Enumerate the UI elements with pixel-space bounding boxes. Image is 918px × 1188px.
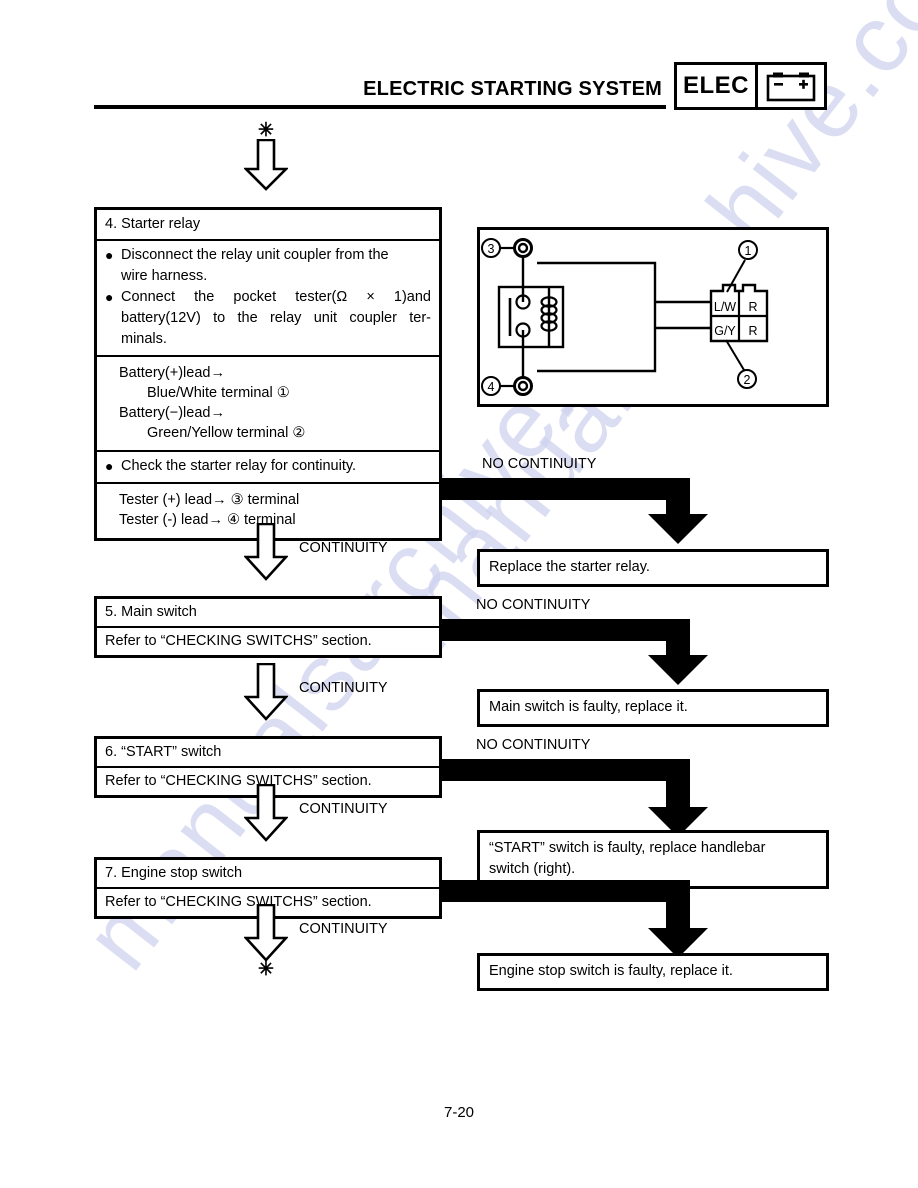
branch-label-no-continuity: NO CONTINUITY	[482, 456, 597, 472]
flow-end-asterisk: ✳	[258, 959, 274, 980]
flow-start-asterisk: ✳	[258, 120, 274, 141]
flow-arrow-to-step-6	[244, 663, 288, 721]
result-text: Replace the starter relay.	[489, 559, 650, 575]
bullet-dot-icon: ●	[105, 247, 114, 263]
branch-label-continuity: CONTINUITY	[299, 801, 388, 817]
result-text: switch (right).	[489, 861, 576, 877]
step-4-check-segment: ● Check the starter relay for continuity…	[97, 450, 439, 482]
page-title: ELECTRIC STARTING SYSTEM	[363, 78, 662, 100]
connection-line: Battery(+)lead→	[119, 365, 225, 381]
result-box-main-switch-faulty: Main switch is faulty, replace it.	[477, 689, 829, 727]
instruction-bullet-body: Connect the pocket tester(Ω × 1)and batt…	[121, 287, 431, 350]
result-text: Main switch is faulty, replace it.	[489, 699, 688, 715]
instruction-bullet: ● Connect the pocket tester(Ω × 1)and ba…	[105, 287, 431, 350]
elec-badge-label: ELEC	[682, 72, 749, 99]
result-box-engine-stop-switch-faulty: Engine stop switch is faulty, replace it…	[477, 953, 829, 991]
step-5-box: 5. Main switch Refer to “CHECKING SWITCH…	[94, 596, 442, 658]
check-bullet-body: Check the starter relay for continuity.	[121, 458, 357, 474]
step-6-title-segment: 6. “START” switch	[97, 739, 439, 766]
svg-text:R: R	[748, 300, 757, 314]
svg-text:3: 3	[488, 242, 495, 256]
page-number: 7-20	[443, 1104, 475, 1121]
step-4-instructions-segment: ● Disconnect the relay unit coupler from…	[97, 239, 439, 355]
instruction-line: battery(12V) to the relay unit coupler t…	[121, 310, 431, 326]
instruction-line: minals.	[121, 331, 167, 347]
branch-arrow-final	[442, 880, 712, 960]
instruction-bullet-body: Disconnect the relay unit coupler from t…	[121, 245, 431, 287]
step-4-connections-segment: Battery(+)lead→ Blue/White terminal ① Ba…	[97, 355, 439, 450]
branch-arrow-no-continuity	[442, 759, 712, 839]
svg-text:G/Y: G/Y	[714, 324, 736, 338]
instruction-bullet: ● Disconnect the relay unit coupler from…	[105, 245, 431, 287]
step-5-reference-segment: Refer to “CHECKING SWITCHS” section.	[97, 626, 439, 655]
branch-label-continuity: CONTINUITY	[299, 540, 388, 556]
result-text: “START” switch is faulty, replace handle…	[489, 840, 766, 856]
flow-arrow-start	[244, 139, 288, 191]
connection-line: Green/Yellow terminal ②	[147, 425, 306, 441]
step-6-title: 6. “START” switch	[105, 744, 222, 760]
starter-relay-diagram: 3 4 L/W R G/Y R 1 2	[477, 227, 829, 407]
step-7-title-segment: 7. Engine stop switch	[97, 860, 439, 887]
svg-text:R: R	[748, 324, 757, 338]
result-text: Engine stop switch is faulty, replace it…	[489, 963, 733, 979]
step-5-reference: Refer to “CHECKING SWITCHS” section.	[105, 633, 372, 649]
svg-text:L/W: L/W	[714, 300, 736, 314]
branch-arrow-no-continuity	[442, 478, 712, 546]
instruction-line: wire harness.	[121, 268, 208, 284]
step-7-title: 7. Engine stop switch	[105, 865, 243, 881]
tester-line: Tester (+) lead→ ③ terminal	[119, 492, 300, 508]
bullet-dot-icon: ●	[105, 289, 114, 305]
check-bullet: ● Check the starter relay for continuity…	[105, 456, 431, 477]
svg-text:4: 4	[488, 380, 495, 394]
manual-page: ELECTRIC STARTING SYSTEM ELEC ✳ 4. Start…	[0, 0, 918, 1188]
step-4-box: 4. Starter relay ● Disconnect the relay …	[94, 207, 442, 541]
header-rule	[94, 105, 666, 109]
branch-label-no-continuity: NO CONTINUITY	[476, 597, 591, 613]
branch-arrow-no-continuity	[442, 619, 712, 687]
connection-line: Blue/White terminal ①	[147, 385, 290, 401]
flow-arrow-to-step-5	[244, 523, 288, 581]
flow-arrow-end	[244, 904, 288, 962]
svg-text:2: 2	[744, 373, 751, 387]
branch-label-continuity: CONTINUITY	[299, 680, 388, 696]
elec-badge: ELEC	[674, 62, 827, 110]
branch-label-continuity: CONTINUITY	[299, 921, 388, 937]
svg-text:1: 1	[745, 244, 752, 258]
result-box-replace-starter-relay: Replace the starter relay.	[477, 549, 829, 587]
instruction-line: Disconnect the relay unit coupler from t…	[121, 247, 389, 263]
step-4-title-segment: 4. Starter relay	[97, 210, 439, 239]
branch-label-no-continuity: NO CONTINUITY	[476, 737, 591, 753]
step-4-title: 4. Starter relay	[105, 216, 201, 232]
instruction-line: Connect the pocket tester(Ω × 1)and	[121, 289, 431, 305]
step-5-title-segment: 5. Main switch	[97, 599, 439, 626]
step-5-title: 5. Main switch	[105, 604, 197, 620]
flow-arrow-to-step-7	[244, 784, 288, 842]
connection-line: Battery(−)lead→	[119, 405, 225, 421]
battery-icon	[758, 65, 824, 107]
bullet-dot-icon: ●	[105, 458, 114, 474]
